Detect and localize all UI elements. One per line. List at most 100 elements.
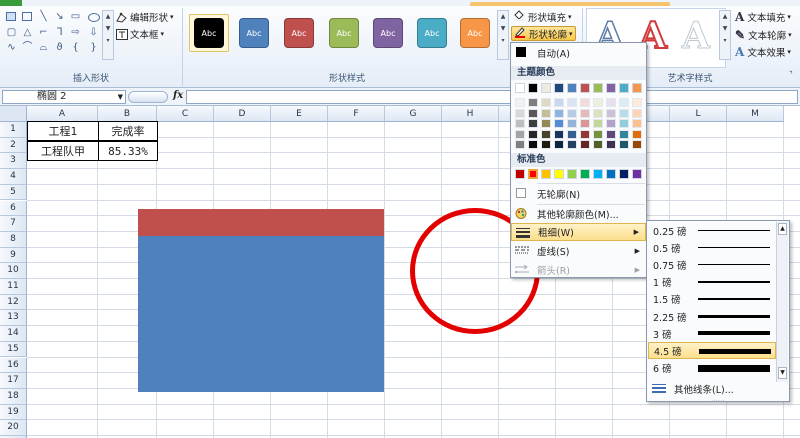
weight-option[interactable]: 6 磅 — [648, 360, 776, 377]
arrow-line-shape-icon[interactable]: ↘ — [54, 11, 65, 22]
shape-outline-button[interactable]: 形状轮廓 ▾ — [511, 26, 576, 41]
column-header-l[interactable]: L — [670, 106, 727, 122]
menu-item-more-lines[interactable]: 其他线条(L)... — [648, 381, 788, 397]
menu-item-no-outline[interactable]: 无轮廓(N) — [511, 185, 646, 203]
oval-shape-icon[interactable] — [88, 13, 100, 22]
standard-color-swatch[interactable] — [580, 169, 590, 179]
column-header-f[interactable]: F — [328, 106, 385, 122]
column-header-e[interactable]: E — [271, 106, 328, 122]
menu-item-dashes[interactable]: 虚线(S) ▶ — [511, 242, 646, 260]
triangle-shape-icon[interactable]: △ — [22, 27, 33, 38]
theme-color-shade-swatch[interactable] — [567, 119, 577, 128]
brace-shape-icon[interactable]: { — [70, 42, 81, 53]
row-header-20[interactable]: 20 — [0, 420, 27, 436]
column-header-h[interactable]: H — [442, 106, 499, 122]
theme-color-shade-swatch[interactable] — [528, 129, 538, 139]
row-header-8[interactable]: 8 — [0, 231, 27, 248]
cell-a1[interactable]: 工程1 — [27, 121, 99, 141]
cell-a2[interactable]: 工程队甲 — [27, 141, 99, 161]
theme-color-shade-swatch[interactable] — [567, 129, 577, 139]
cell-b2[interactable]: 85.33% — [98, 141, 158, 161]
column-header-g[interactable]: G — [385, 106, 442, 122]
theme-color-shade-swatch[interactable] — [554, 129, 564, 139]
shape-style-swatch-orange[interactable]: Abc — [460, 18, 490, 48]
theme-color-swatch[interactable] — [632, 83, 642, 93]
edit-shape-button[interactable]: 编辑形状 ▾ — [116, 10, 174, 24]
shape-gallery[interactable]: ╲ ↘ ▭ ▢ △ ⌐ ᒣ ⇨ ⇩ ∿ ⌒ ⌓ ϑ { } — [4, 8, 104, 56]
row-header-16[interactable]: 16 — [0, 357, 27, 374]
theme-color-shade-swatch[interactable] — [632, 129, 642, 139]
theme-color-swatch[interactable] — [528, 83, 538, 93]
shape-style-gallery-scroll[interactable]: ▲ ▼ ▾ — [497, 10, 509, 60]
theme-color-shade-swatch[interactable] — [528, 119, 538, 128]
weight-option[interactable]: 0.75 磅 — [648, 256, 776, 273]
theme-color-shade-swatch[interactable] — [567, 108, 577, 118]
row-header-2[interactable]: 2 — [0, 137, 27, 154]
standard-color-swatch[interactable] — [554, 169, 564, 179]
row-header-7[interactable]: 7 — [0, 216, 27, 232]
standard-color-swatch[interactable] — [593, 169, 603, 179]
theme-color-shade-swatch[interactable] — [580, 98, 590, 107]
theme-color-shade-swatch[interactable] — [632, 98, 642, 107]
textbox-shape-icon[interactable] — [22, 12, 32, 21]
row-header-12[interactable]: 12 — [0, 294, 27, 311]
theme-color-shade-swatch[interactable] — [541, 129, 551, 139]
row-header-10[interactable]: 10 — [0, 263, 27, 279]
line-shape-icon[interactable]: ╲ — [38, 11, 49, 22]
row-header-5[interactable]: 5 — [0, 184, 27, 201]
theme-color-swatch[interactable] — [567, 83, 577, 93]
theme-color-shade-swatch[interactable] — [567, 140, 577, 149]
rounded-rectangle-shape-icon[interactable]: ▢ — [6, 27, 17, 38]
theme-color-shade-swatch[interactable] — [541, 108, 551, 118]
theme-color-shade-swatch[interactable] — [567, 98, 577, 107]
column-header-c[interactable]: C — [157, 106, 214, 122]
red-rectangle-shape[interactable] — [138, 209, 384, 236]
row-header-18[interactable]: 18 — [0, 388, 27, 405]
arc-shape-icon[interactable]: ⌓ — [38, 42, 49, 53]
insert-function-icon[interactable]: fx — [173, 90, 183, 101]
weight-option[interactable]: 0.5 磅 — [648, 239, 776, 256]
curve-shape-icon[interactable]: ∿ — [6, 42, 17, 53]
weight-option[interactable]: 3 磅 — [648, 325, 776, 342]
rectangle-shape-icon[interactable] — [6, 12, 16, 21]
column-header-d[interactable]: D — [214, 106, 271, 122]
row-header-13[interactable]: 13 — [0, 310, 27, 327]
weight-option[interactable]: 1.5 磅 — [648, 291, 776, 308]
brace-right-shape-icon[interactable]: } — [88, 42, 99, 53]
theme-color-swatch[interactable] — [580, 83, 590, 93]
theme-color-shade-swatch[interactable] — [619, 108, 629, 118]
theme-color-shade-swatch[interactable] — [606, 119, 616, 128]
theme-color-shade-swatch[interactable] — [632, 119, 642, 128]
menu-item-weight[interactable]: 粗细(W) ▶ — [511, 223, 646, 241]
row-header-3[interactable]: 3 — [0, 153, 27, 170]
shape-style-swatch-black[interactable]: Abc — [194, 18, 224, 48]
theme-color-shade-swatch[interactable] — [554, 140, 564, 149]
theme-color-shade-swatch[interactable] — [606, 140, 616, 149]
theme-color-shade-swatch[interactable] — [580, 140, 590, 149]
theme-color-shade-swatch[interactable] — [593, 119, 603, 128]
down-arrow-shape-icon[interactable]: ⇩ — [88, 27, 99, 38]
standard-color-swatch[interactable] — [567, 169, 577, 179]
right-arrow-shape-icon[interactable]: ⇨ — [70, 27, 81, 38]
formula-input[interactable] — [186, 90, 798, 104]
theme-color-shade-swatch[interactable] — [593, 129, 603, 139]
theme-color-swatch[interactable] — [606, 83, 616, 93]
standard-color-swatch[interactable] — [606, 169, 616, 179]
weight-option[interactable]: 2.25 磅 — [648, 308, 776, 325]
freeform-shape-icon[interactable]: ⌒ — [22, 42, 33, 53]
curved-connector-shape-icon[interactable]: ᒣ — [54, 27, 65, 38]
cell-b1[interactable]: 完成率 — [98, 121, 158, 141]
blue-rectangle-shape[interactable] — [138, 236, 384, 392]
theme-color-shade-swatch[interactable] — [528, 98, 538, 107]
theme-color-shade-swatch[interactable] — [606, 108, 616, 118]
theme-color-shade-swatch[interactable] — [541, 119, 551, 128]
theme-color-shade-swatch[interactable] — [515, 108, 525, 118]
formula-bar-resize-handle[interactable] — [128, 91, 168, 103]
theme-color-swatch[interactable] — [593, 83, 603, 93]
column-header-b[interactable]: B — [98, 106, 157, 122]
weight-option[interactable]: 4.5 磅 — [648, 342, 776, 360]
shape-style-swatch-red[interactable]: Abc — [284, 18, 314, 48]
elbow-connector-shape-icon[interactable]: ⌐ — [38, 27, 49, 38]
theme-color-shade-swatch[interactable] — [606, 98, 616, 107]
row-header-15[interactable]: 15 — [0, 341, 27, 358]
